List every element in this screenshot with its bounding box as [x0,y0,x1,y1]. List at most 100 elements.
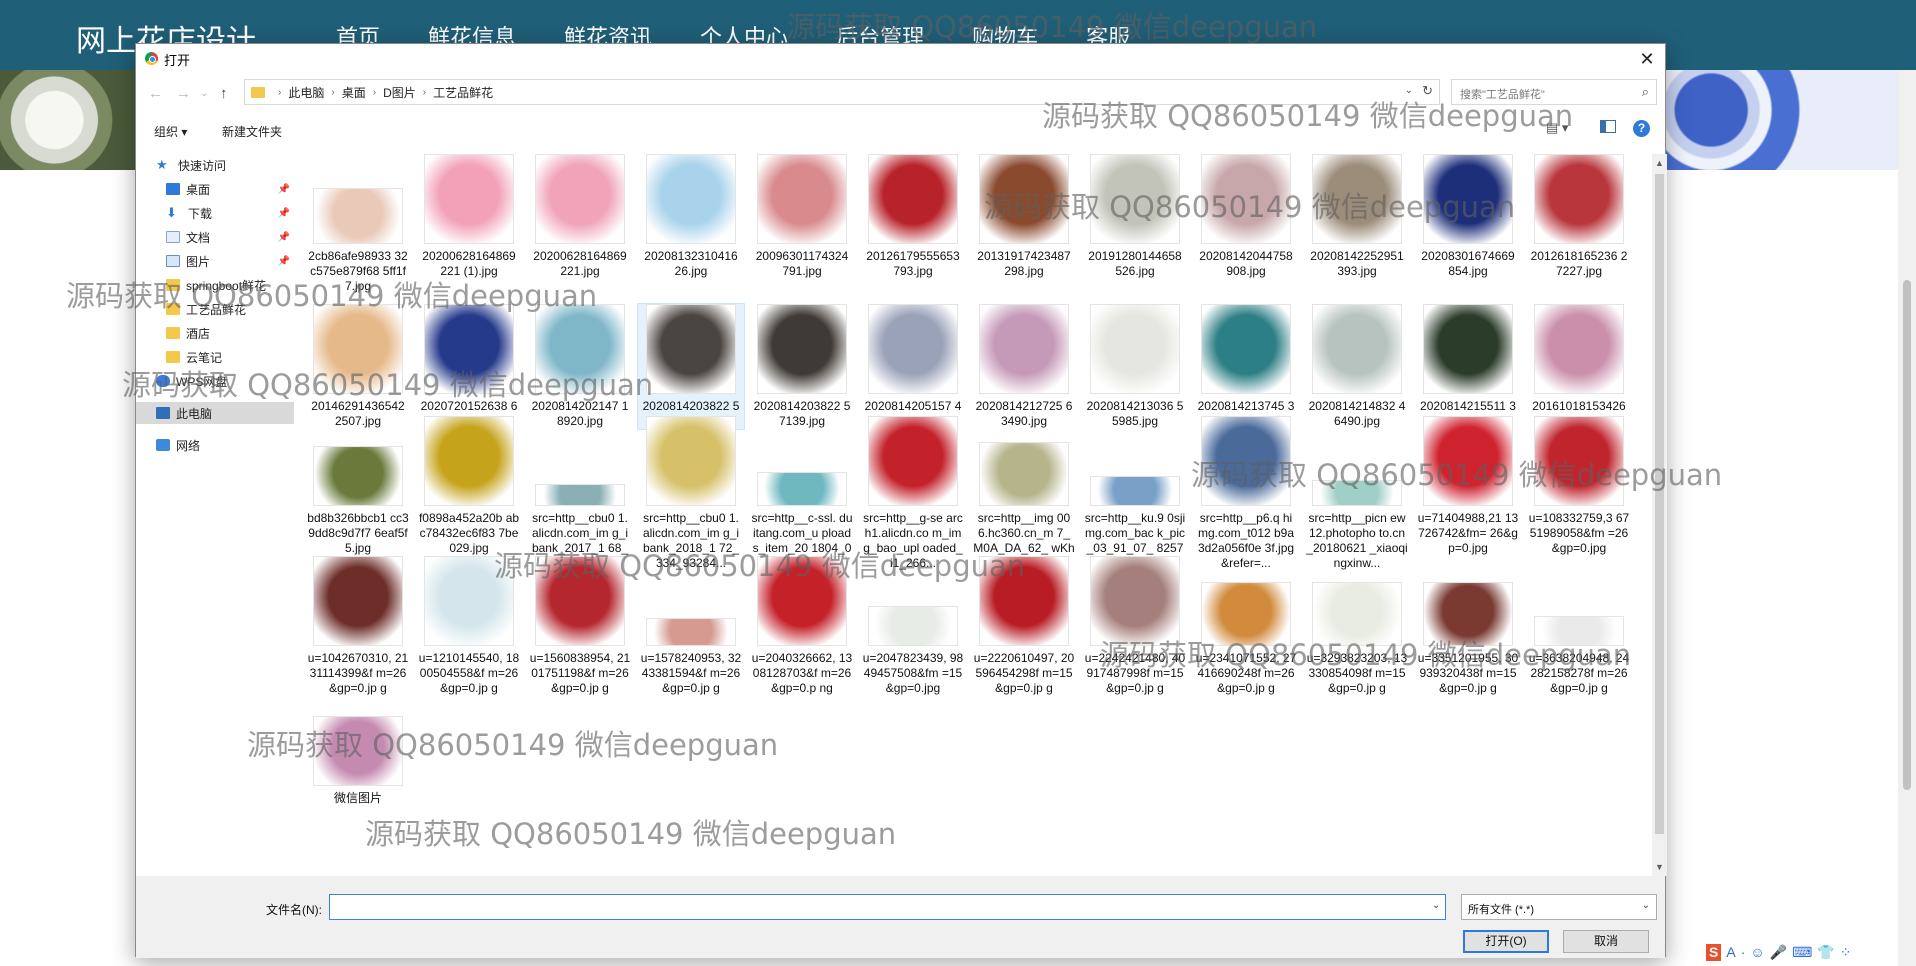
ime-tools-icon[interactable]: ⁘ [1840,944,1852,961]
refresh-icon[interactable]: ↻ [1422,83,1433,99]
filename-input[interactable] [329,894,1446,920]
nav-item[interactable]: 酒店 [136,322,294,344]
forward-arrow-icon[interactable]: → [176,85,191,102]
file-item[interactable]: 20126179555653 793.jpg [860,154,966,279]
file-item[interactable]: src=http__picn ew12.photopho to.cn_20180… [1304,416,1410,571]
chevron-down-icon[interactable]: ⌄ [1405,85,1413,96]
page-scrollbar-thumb[interactable] [1903,280,1911,790]
file-item[interactable]: 2020814215511 30564.jpg [1415,304,1521,429]
file-item[interactable]: u=71404988,21 13726742&fm= 26&gp=0.jpg [1415,416,1521,556]
file-item[interactable]: 2020814203822 57139.jpg [749,304,855,429]
open-button[interactable]: 打开(O) [1463,930,1549,953]
nav-item[interactable]: 桌面 📌 [136,178,294,200]
nav-item[interactable]: 此电脑 [136,402,294,424]
nav-item[interactable]: 文档 📌 [136,226,294,248]
file-item[interactable]: 微信图片 [305,696,411,806]
file-item[interactable]: u=1042670310, 2131114399&f m=26&gp=0.jp … [305,556,411,696]
file-item[interactable]: u=2220610497, 20596454298f m=15&gp=0.jp … [971,556,1077,696]
ime-voice-icon[interactable]: 🎤 [1770,944,1787,961]
scroll-down-icon[interactable]: ▼ [1655,862,1664,872]
file-item[interactable]: u=1578240953, 3243381594&f m=26&gp=0.jp … [638,556,744,696]
nav-item[interactable]: 网络 [136,434,294,456]
organize-button[interactable]: 组织 ▾ [154,123,187,140]
nav-item[interactable]: ★ 快速访问 [136,154,294,176]
cancel-button[interactable]: 取消 [1563,930,1649,953]
file-item[interactable]: 20161018153426 15220.jpg [1526,304,1632,429]
breadcrumb-d-pictures[interactable]: D图片 [383,84,416,101]
file-item[interactable]: f0898a452a20b abc78432ec6f83 7be029.jpg [416,416,522,556]
file-item[interactable]: 2020814213745 39037.jpg [1193,304,1299,429]
file-item[interactable]: 2020814213036 55985.jpg [1082,304,1188,429]
search-icon[interactable]: ⌕ [1642,84,1649,100]
file-item[interactable]: u=1560838954, 2101751198&f m=26&gp=0.jp … [527,556,633,696]
file-item[interactable]: 2020814203822 57139 (1).jpg [637,303,745,430]
breadcrumb[interactable]: › 此电脑 › 桌面 › D图片 › 工艺品鲜花 ⌄ ↻ [244,79,1440,105]
file-item[interactable]: 2020814205157 43852.jpg [860,304,966,429]
file-item[interactable]: src=http__cbu0 1.alicdn.com_im g_ibank_2… [527,416,633,571]
file-item[interactable]: 20096301174324 791.jpg [749,154,855,279]
file-item[interactable]: 2020814212725 63490.jpg [971,304,1077,429]
file-item[interactable]: 20208132310416 26.jpg [638,154,744,279]
ime-skin-icon[interactable]: 👕 [1817,944,1834,961]
file-item[interactable]: src=http__p6.q himg.com_t012 b9a3d2a056f… [1193,416,1299,571]
nav-item[interactable]: springboot鲜花 [136,274,294,296]
nav-item[interactable]: 工艺品鲜花 [136,298,294,320]
breadcrumb-desktop[interactable]: 桌面 [342,84,366,101]
file-item[interactable]: src=http__c-ssl. duitang.com_u ploads_it… [749,416,855,571]
file-item[interactable]: u=2040326662, 1308128703&f m=26&gp=0.p n… [749,556,855,696]
nav-item[interactable]: WPS网盘 [136,370,294,392]
ime-keyboard-icon[interactable]: ⌨ [1792,944,1812,961]
file-item[interactable]: src=http__img 006.hc360.cn_m 7_M0A_DA_62… [971,416,1077,571]
file-item[interactable]: 20208142044758 908.jpg [1193,154,1299,279]
file-item[interactable]: u=108332759,3 6751989058&fm =26&gp=0.jpg [1526,416,1632,556]
file-item[interactable]: u=2242421480, 40917487998f m=15&gp=0.jp … [1082,556,1188,696]
file-item[interactable]: src=http__ku.9 0sjimg.com_bac k_pic_03_9… [1082,416,1188,571]
scroll-up-icon[interactable]: ▲ [1655,158,1664,168]
help-icon[interactable]: ? [1633,120,1650,137]
nav-item[interactable]: 云笔记 [136,346,294,368]
file-item[interactable]: u=1210145540, 1800504558&f m=26&gp=0.jp … [416,556,522,696]
chevron-right-icon[interactable]: › [278,87,281,98]
chevron-right-icon[interactable]: › [373,87,376,98]
close-button[interactable]: ✕ [1629,44,1665,74]
chevron-down-icon[interactable]: ⌄ [1432,900,1440,911]
breadcrumb-current-folder[interactable]: 工艺品鲜花 [433,84,493,101]
ime-logo-icon[interactable]: S [1706,944,1722,961]
dialog-titlebar[interactable]: 打开 ✕ [136,44,1665,74]
ime-emoji-icon[interactable]: ☺ [1750,944,1764,961]
file-item[interactable]: 2cb86afe98933 32c575e879f68 5ff1f7.jpg [305,154,411,294]
breadcrumb-this-pc[interactable]: 此电脑 [288,84,324,101]
file-item[interactable]: bd8b326bbcb1 cc39dd8c9d7f7 6eaf5f5.jpg [305,416,411,556]
up-arrow-icon[interactable]: ↑ [220,85,228,102]
file-item[interactable]: 2012618165236 27227.jpg [1526,154,1632,279]
file-item[interactable]: 2020814202147 18920.jpg [527,304,633,429]
file-item[interactable]: 20131917423487 298.jpg [971,154,1077,279]
nav-item[interactable]: 图片 📌 [136,250,294,272]
recent-dropdown-icon[interactable]: ⌄ [200,88,208,99]
chevron-right-icon[interactable]: › [423,87,426,98]
file-item[interactable]: u=2341071552, 27416690248f m=26&gp=0.jp … [1193,556,1299,696]
file-type-select[interactable]: 所有文件 (*.*) ⌄ [1461,894,1657,920]
chevron-right-icon[interactable]: › [331,87,334,98]
file-item[interactable]: 20208301674669 854.jpg [1415,154,1521,279]
file-item[interactable]: 20146291436542 2507.jpg [305,304,411,429]
file-item[interactable]: u=3293823203, 13330854098f m=15&gp=0.jp … [1304,556,1410,696]
file-item[interactable]: src=http__g-se arch1.alicdn.co m_img_bao… [860,416,966,571]
ime-mode-icon[interactable]: A [1726,944,1735,961]
file-item[interactable]: 2020814214832 46490.jpg [1304,304,1410,429]
search-input[interactable]: 搜索"工艺品鲜花" ⌕ [1451,79,1657,105]
file-item[interactable]: 20200628164869 221.jpg [527,154,633,279]
file-item[interactable]: 20200628164869 221 (1).jpg [416,154,522,279]
file-item[interactable]: u=3351201955, 30939320438f m=15&gp=0.jp … [1415,556,1521,696]
file-list-scrollbar[interactable]: ▲ ▼ [1652,154,1667,876]
view-options-icon[interactable]: ▤ ▾ [1546,120,1568,136]
nav-item[interactable]: ⬇ 下载 📌 [136,202,294,224]
new-folder-button[interactable]: 新建文件夹 [222,123,282,140]
scrollbar-thumb[interactable] [1655,174,1664,834]
preview-pane-icon[interactable] [1600,120,1616,133]
file-item[interactable]: 20208142252951 393.jpg [1304,154,1410,279]
file-item[interactable]: u=3638204948, 24282158278f m=26&gp=0.jp … [1526,556,1632,696]
file-item[interactable]: 2020720152638 69660.jpg [416,304,522,429]
file-item[interactable]: 20191280144658 526.jpg [1082,154,1188,279]
back-arrow-icon[interactable]: ← [148,85,163,102]
